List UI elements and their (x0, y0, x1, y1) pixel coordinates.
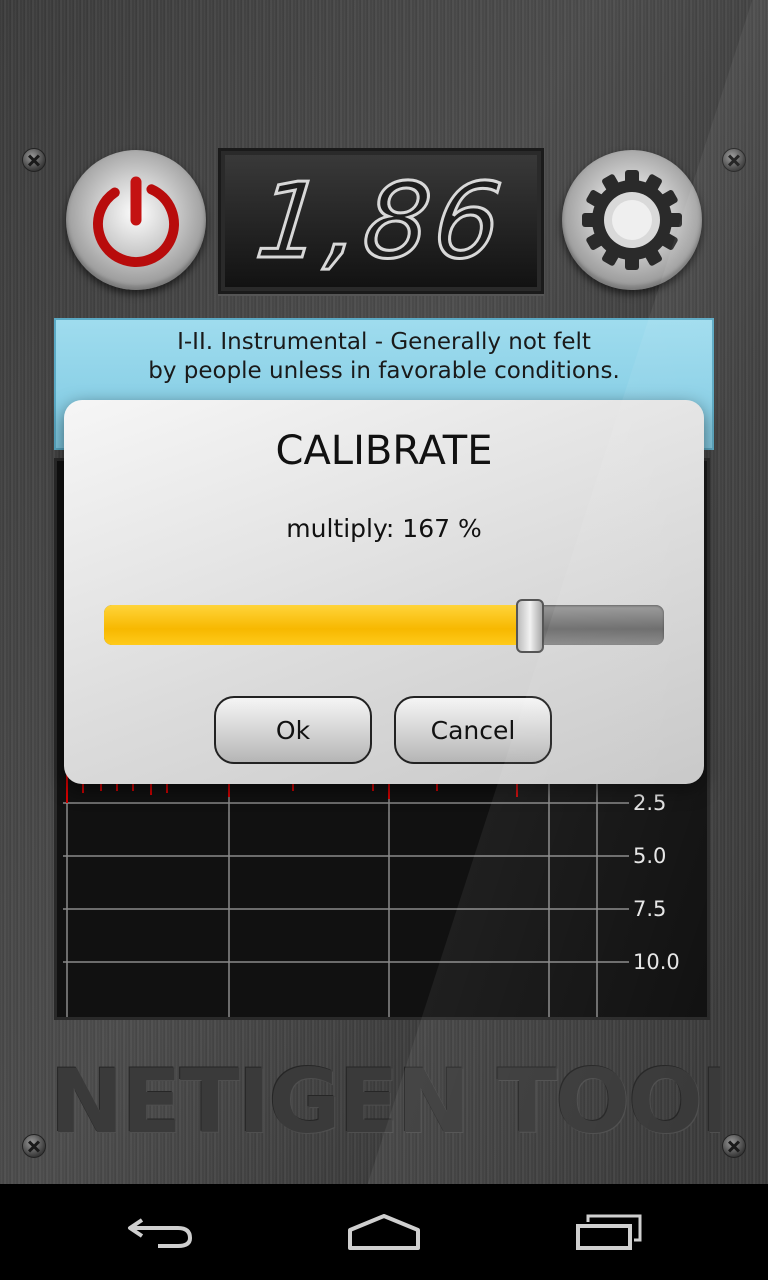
y-tick-label: 2.5 (633, 791, 667, 815)
back-button[interactable] (100, 1202, 220, 1262)
dialog-title: CALIBRATE (275, 428, 493, 474)
ok-button[interactable]: Ok (214, 696, 372, 764)
y-tick-label: 5.0 (633, 844, 667, 868)
home-button[interactable] (324, 1202, 444, 1262)
calibration-slider[interactable] (104, 599, 664, 653)
multiply-value: multiply: 167 % (286, 514, 482, 543)
cancel-button[interactable]: Cancel (394, 696, 552, 764)
intensity-line-1: I-II. Instrumental - Generally not felt (177, 329, 591, 355)
slider-fill (104, 605, 530, 645)
power-button[interactable] (66, 150, 206, 290)
y-tick-label: 10.0 (633, 950, 680, 974)
display-value: 1,86 (249, 159, 512, 284)
screw-icon (22, 148, 46, 172)
power-icon (93, 176, 179, 267)
recents-button[interactable] (550, 1202, 670, 1262)
y-tick-label: 7.5 (633, 897, 667, 921)
home-icon (348, 1214, 420, 1250)
settings-button[interactable] (562, 150, 702, 290)
screw-icon (722, 148, 746, 172)
brand-watermark: NETIGEN TOOLS (50, 1050, 720, 1140)
slider-thumb[interactable] (515, 599, 544, 653)
navigation-bar (0, 1184, 768, 1280)
recents-icon (576, 1214, 642, 1250)
calibrate-dialog: CALIBRATE multiply: 167 % Ok Cancel (64, 400, 704, 784)
magnitude-display: 1,86 (218, 148, 544, 294)
intensity-line-2: by people unless in favorable conditions… (148, 358, 620, 384)
back-icon (128, 1218, 193, 1248)
app-background: 1,86 I-II. Instrumental - Generally not … (0, 0, 768, 1184)
gear-icon (582, 170, 682, 270)
screw-icon (722, 1134, 746, 1158)
screw-icon (22, 1134, 46, 1158)
